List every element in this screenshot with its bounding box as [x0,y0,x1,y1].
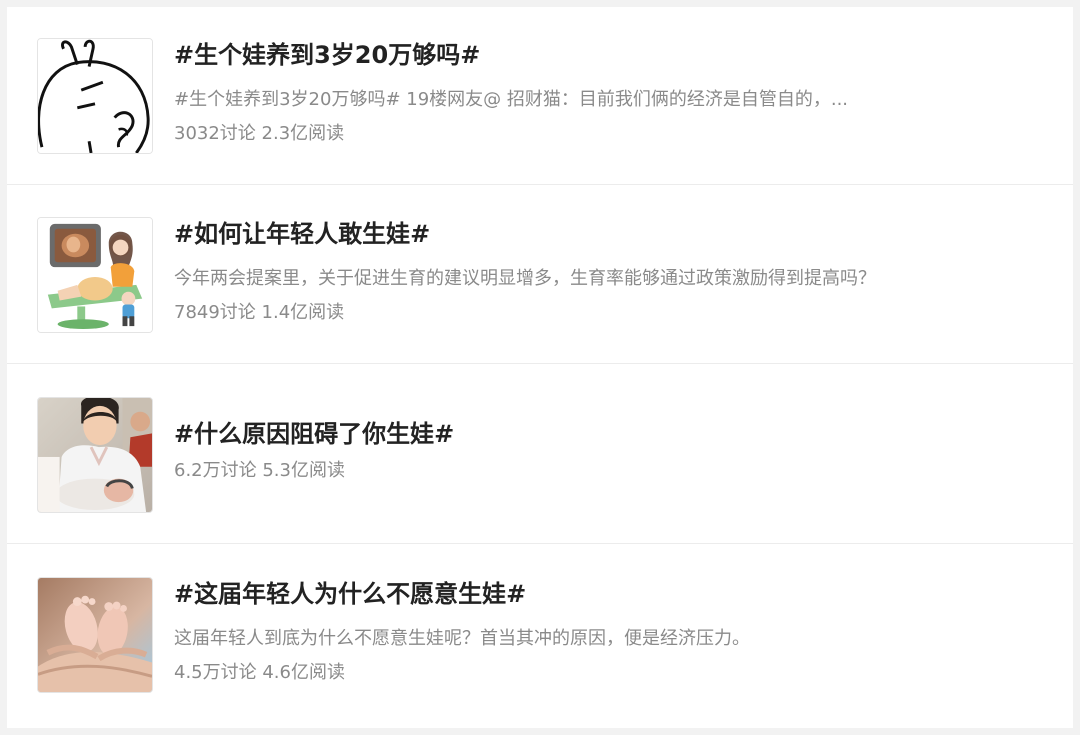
topic-title[interactable]: #生个娃养到3岁20万够吗# [174,39,480,71]
topic-description: 今年两会提案里，关于促进生育的建议明显增多，生育率能够通过政策激励得到提高吗？ [174,268,876,289]
topic-item[interactable]: #什么原因阻碍了你生娃# 6.2万讨论 5.3亿阅读 [7,366,1073,544]
topic-title[interactable]: #这届年轻人为什么不愿意生娃# [174,578,526,610]
topic-item[interactable]: #生个娃养到3岁20万够吗# #生个娃养到3岁20万够吗# 19楼网友@ 招财猫… [7,7,1073,185]
topic-stats: 4.5万讨论 4.6亿阅读 [174,662,345,683]
topic-title[interactable]: #什么原因阻碍了你生娃# [174,418,454,450]
topic-stats: 7849讨论 1.4亿阅读 [174,302,345,323]
topic-list: #生个娃养到3岁20万够吗# #生个娃养到3岁20万够吗# 19楼网友@ 招财猫… [7,7,1073,728]
topic-title[interactable]: #如何让年轻人敢生娃# [174,218,430,250]
topic-description: #生个娃养到3岁20万够吗# 19楼网友@ 招财猫：目前我们俩的经济是自管自的，… [174,89,849,110]
topic-item[interactable]: #这届年轻人为什么不愿意生娃# 这届年轻人到底为什么不愿意生娃呢？首当其冲的原因… [7,546,1073,724]
nurse-holding-newborn-photo[interactable] [37,397,153,513]
baby-feet-in-hands-photo[interactable] [37,577,153,693]
cartoon-rabbit-thinking-icon[interactable] [37,38,153,154]
pregnancy-ultrasound-illustration-icon[interactable] [37,217,153,333]
topic-item[interactable]: #如何让年轻人敢生娃# 今年两会提案里，关于促进生育的建议明显增多，生育率能够通… [7,186,1073,364]
topic-description: 这届年轻人到底为什么不愿意生娃呢？首当其冲的原因，便是经济压力。 [174,628,750,649]
topic-stats: 6.2万讨论 5.3亿阅读 [174,460,345,481]
topic-stats: 3032讨论 2.3亿阅读 [174,123,345,144]
